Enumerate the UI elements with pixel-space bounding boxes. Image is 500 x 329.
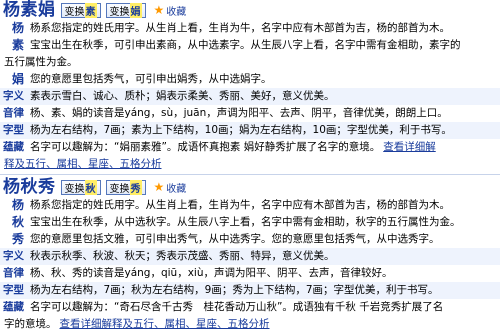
more-details-link[interactable]: 查看详细解释及五行、属相、星座、五格分析: [60, 318, 270, 329]
yuncang-continuation: 字的意境。 查看详细解释及五行、属相、星座、五格分析: [4, 318, 270, 329]
yinlv-label: 音律: [3, 267, 24, 279]
yinlv-text: 杨、素、娟的读音是yáng，sù，juān，声调为阳平、去声、阴平，音律优美，朗…: [30, 107, 448, 119]
yuncang-row: 蕴藏 名字可以趣解为：“娟丽素雅”。成语怀真抱素 娟好静秀扩展了名字的意境。 查看…: [0, 139, 500, 156]
swap-char-button[interactable]: 变换秋: [60, 179, 101, 195]
char-label: 秀: [11, 232, 24, 246]
ziyi-text: 素表示雪白、诚心、质朴；娟表示柔美、秀丽、美好，意义优美。: [30, 90, 335, 102]
zixing-label: 字型: [3, 284, 24, 296]
char-label: 杨: [11, 198, 24, 212]
yuncang-row: 蕴藏 名字可以趣解为：“奇石尽含千古秀 桂花香动万山秋”。成语独有千秋 千岩竞秀…: [0, 299, 500, 316]
swap-char-button[interactable]: 变换素: [60, 2, 101, 18]
swap-char-button[interactable]: 变换娟: [105, 2, 146, 18]
more-details-link[interactable]: 查看详细解: [383, 141, 436, 153]
zixing-row: 字型 杨为左右结构，7画；秋为左右结构，9画；秀为上下结构，7画；字型优美，利于…: [0, 282, 500, 299]
yinlv-row: 音律 杨、秋、秀的读音是yáng，qiū，xiù，声调为阳平、阴平、去声，音律较…: [0, 265, 500, 282]
yuncang-label: 蕴藏: [3, 301, 24, 313]
ziyi-row: 字义 秋表示秋季、秋波、秋天；秀表示茂盛、秀丽、特异，意义优美。: [0, 248, 500, 265]
char-meaning-row: 秋 宝宝出生在秋季，从中选秋字。从生辰八字上看，名字中需有金相助，秋字的五行属性…: [0, 214, 500, 231]
char-meaning-row: 娟 您的意愿里包括秀气，可引申出娟秀，从中选娟字。: [0, 71, 500, 88]
name-title: 杨秋秀: [3, 177, 56, 197]
zixing-row: 字型 杨为左右结构，7画；素为上下结构，10画；娟为左右结构，10画；字型优美，…: [0, 122, 500, 139]
swap-char-button[interactable]: 变换秀: [105, 179, 146, 195]
ziyi-row: 字义 素表示雪白、诚心、质朴；娟表示柔美、秀丽、美好，意义优美。: [0, 88, 500, 105]
yinlv-text: 杨、秋、秀的读音是yáng，qiū，xiù，声调为阳平、阴平、去声，音律较好。: [30, 267, 393, 279]
divider: [0, 174, 500, 175]
char-meaning-text: 您的意愿里包括秀气，可引申出娟秀，从中选娟字。: [30, 73, 272, 85]
char-meaning-row: 秀 您的意愿里包括文雅，可引申出秀气，从中选秀字。您的意愿里包括秀气，从中选秀字…: [0, 231, 500, 248]
ziyi-label: 字义: [3, 90, 24, 102]
yuncang-continuation: 释及五行、属相、星座、五格分析: [0, 156, 500, 173]
name-card-2: 杨秋秀 变换秋 变换秀 ★ 收藏 杨 杨系您指定的姓氏用字。从生肖上看，生肖为牛…: [0, 177, 500, 329]
char-meaning-row: 杨 杨系您指定的姓氏用字。从生肖上看，生肖为牛，名字中应有木部首为吉，杨的部首为…: [0, 20, 500, 37]
name-card-1: 杨素娟 变换素 变换娟 ★ 收藏 杨 杨系您指定的姓氏用字。从生肖上看，生肖为牛…: [0, 0, 500, 173]
more-details-link[interactable]: 释及五行、属相、星座、五格分析: [4, 158, 162, 170]
char-meaning-text: 宝宝出生在秋季，可引申出素商，从中选素字。从生辰八字上看，名字中需有金相助，素字…: [30, 39, 461, 51]
zixing-label: 字型: [3, 124, 24, 136]
yuncang-text: 名字可以趣解为：“娟丽素雅”。成语怀真抱素 娟好静秀扩展了名字的意境。 查看详细解: [30, 141, 436, 153]
char-meaning-text: 杨系您指定的姓氏用字。从生肖上看，生肖为牛，名字中应有木部首为吉，杨的部首为木。: [30, 22, 450, 34]
char-meaning-row: 杨 杨系您指定的姓氏用字。从生肖上看，生肖为牛，名字中应有木部首为吉，杨的部首为…: [0, 197, 500, 214]
ziyi-text: 秋表示秋季、秋波、秋天；秀表示茂盛、秀丽、特异，意义优美。: [30, 250, 335, 262]
char-meaning-row: 素 宝宝出生在秋季，可引申出素商，从中选素字。从生辰八字上看，名字中需有金相助，…: [0, 37, 500, 54]
char-label: 杨: [11, 21, 24, 35]
char-label: 娟: [11, 72, 24, 86]
zixing-text: 杨为左右结构，7画；素为上下结构，10画；娟为左右结构，10画；字型优美，利于书…: [30, 124, 452, 136]
char-meaning-text: 杨系您指定的姓氏用字。从生肖上看，生肖为牛，名字中应有木部首为吉，杨的部首为木。: [30, 199, 450, 211]
yuncang-label: 蕴藏: [3, 141, 24, 153]
yuncang-text: 名字可以趣解为：“奇石尽含千古秀 桂花香动万山秋”。成语独有千秋 千岩竞秀扩展了…: [30, 301, 444, 313]
favorite-link[interactable]: 收藏: [166, 180, 186, 195]
name-card-header: 杨素娟 变换素 变换娟 ★ 收藏: [0, 0, 500, 20]
zixing-text: 杨为左右结构，7画；秋为左右结构，9画；秀为上下结构，7画；字型优美，利于书写。: [30, 284, 439, 296]
star-icon[interactable]: ★: [154, 3, 165, 17]
char-meaning-text: 五行属性为金。: [4, 56, 78, 68]
name-card-header: 杨秋秀 变换秋 变换秀 ★ 收藏: [0, 177, 500, 197]
char-label: 秋: [11, 215, 24, 229]
favorite-link[interactable]: 收藏: [166, 3, 186, 18]
ziyi-label: 字义: [3, 250, 24, 262]
char-meaning-continuation: 五行属性为金。: [0, 54, 500, 71]
char-meaning-text: 您的意愿里包括文雅，可引申出秀气，从中选秀字。您的意愿里包括秀气，从中选秀字。: [30, 233, 440, 245]
char-meaning-text: 宝宝出生在秋季，从中选秋字。从生辰八字上看，名字中需有金相助，秋字的五行属性为金…: [30, 216, 461, 228]
char-label: 素: [11, 38, 24, 52]
star-icon[interactable]: ★: [154, 180, 165, 194]
name-title: 杨素娟: [3, 0, 56, 20]
yinlv-row: 音律 杨、素、娟的读音是yáng，sù，juān，声调为阳平、去声、阴平，音律优…: [0, 105, 500, 122]
yinlv-label: 音律: [3, 107, 24, 119]
